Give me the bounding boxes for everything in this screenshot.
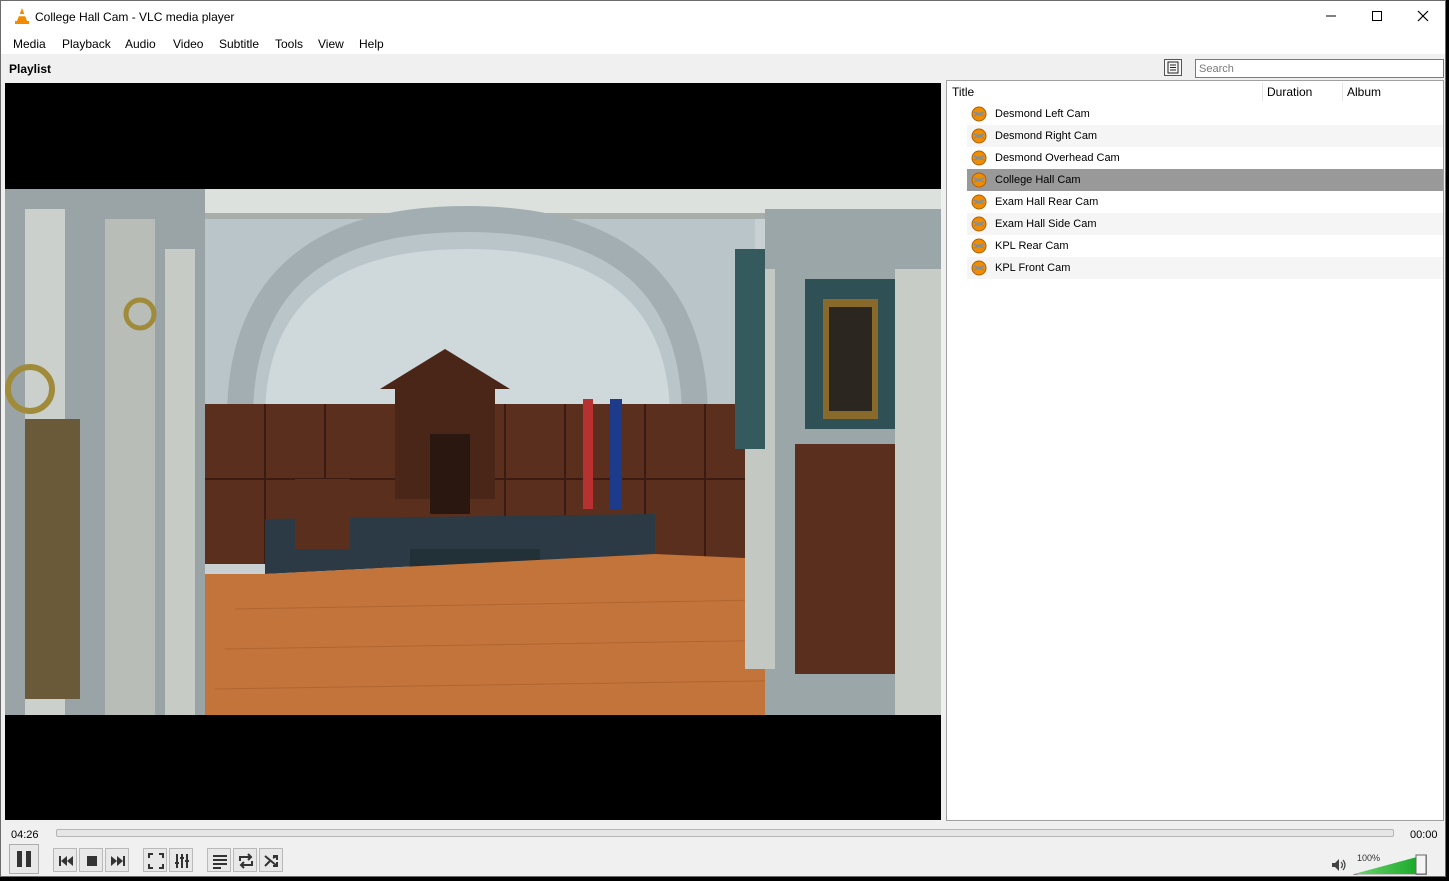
volume-percent: 100%	[1357, 853, 1381, 863]
network-stream-icon	[971, 260, 987, 276]
shuffle-icon	[264, 855, 278, 867]
pause-button[interactable]	[9, 844, 39, 874]
menu-help[interactable]: Help	[359, 37, 384, 51]
playlist-panel: Title Duration Album Desmond Left Cam Des…	[946, 80, 1444, 821]
playlist-header-bar: Playlist	[1, 54, 1445, 82]
playlist-item-title: Exam Hall Rear Cam	[995, 196, 1099, 208]
video-frame	[5, 189, 941, 715]
column-album[interactable]: Album	[1347, 81, 1381, 103]
vlc-window: College Hall Cam - VLC media player Medi…	[0, 0, 1446, 877]
elapsed-time[interactable]: 04:26	[11, 829, 39, 841]
playlist-toggle-button[interactable]	[207, 848, 231, 872]
column-title[interactable]: Title	[952, 81, 974, 103]
loop-icon	[239, 853, 253, 869]
fullscreen-button[interactable]	[143, 848, 167, 872]
seek-slider[interactable]	[56, 829, 1394, 837]
playlist-item-title: Desmond Left Cam	[995, 108, 1090, 120]
playlist-item[interactable]: Exam Hall Rear Cam	[967, 191, 1443, 213]
video-area[interactable]	[5, 83, 941, 820]
menu-bar: Media Playback Audio Video Subtitle Tool…	[1, 33, 1445, 54]
network-stream-icon	[971, 172, 987, 188]
network-stream-icon	[971, 106, 987, 122]
extended-settings-icon	[175, 854, 189, 868]
playlist-item-title: KPL Front Cam	[995, 262, 1071, 274]
playlist-item[interactable]: KPL Rear Cam	[967, 235, 1443, 257]
menu-audio[interactable]: Audio	[125, 37, 156, 51]
column-separator[interactable]	[1342, 83, 1343, 101]
menu-media[interactable]: Media	[13, 37, 46, 51]
playlist-item-title: KPL Rear Cam	[995, 240, 1069, 252]
playlist-search-input[interactable]	[1195, 59, 1444, 78]
window-title: College Hall Cam - VLC media player	[35, 10, 235, 24]
loop-button[interactable]	[233, 848, 257, 872]
playlist-item-title: Desmond Overhead Cam	[995, 152, 1120, 164]
minimize-icon	[1326, 15, 1336, 17]
shuffle-button[interactable]	[259, 848, 283, 872]
playlist-item[interactable]: Desmond Left Cam	[967, 103, 1443, 125]
menu-tools[interactable]: Tools	[275, 37, 303, 51]
column-separator[interactable]	[1262, 83, 1263, 101]
remaining-time[interactable]: 00:00	[1410, 829, 1438, 841]
menu-view[interactable]: View	[318, 37, 344, 51]
playlist-item-title: Desmond Right Cam	[995, 130, 1098, 142]
stop-button[interactable]	[79, 848, 103, 872]
playlist-item[interactable]: Exam Hall Side Cam	[967, 213, 1443, 235]
next-button[interactable]	[105, 848, 129, 872]
maximize-button[interactable]	[1354, 1, 1400, 33]
playlist-item[interactable]: College Hall Cam	[967, 169, 1443, 191]
playlist-item[interactable]: Desmond Overhead Cam	[967, 147, 1443, 169]
close-button[interactable]	[1400, 1, 1445, 33]
menu-video[interactable]: Video	[173, 37, 203, 51]
playlist-item-title: Exam Hall Side Cam	[995, 218, 1097, 230]
menu-subtitle[interactable]: Subtitle	[219, 37, 259, 51]
title-bar: College Hall Cam - VLC media player	[1, 1, 1445, 33]
network-stream-icon	[971, 194, 987, 210]
fullscreen-icon	[148, 853, 164, 869]
minimize-button[interactable]	[1308, 1, 1354, 33]
network-stream-icon	[971, 150, 987, 166]
vlc-cone-icon	[15, 8, 29, 24]
playlist-item[interactable]: KPL Front Cam	[967, 257, 1443, 279]
playlist-item[interactable]: Desmond Right Cam	[967, 125, 1443, 147]
network-stream-icon	[971, 216, 987, 232]
controls-bar: 04:26 00:00 100%	[1, 822, 1445, 876]
pause-icon	[17, 851, 31, 867]
maximize-icon	[1372, 11, 1382, 21]
playlist-view-button[interactable]	[1164, 59, 1182, 76]
speaker-icon[interactable]	[1331, 858, 1347, 872]
menu-playback[interactable]: Playback	[62, 37, 111, 51]
playlist-item-title: College Hall Cam	[995, 174, 1081, 186]
network-stream-icon	[971, 238, 987, 254]
column-duration[interactable]: Duration	[1267, 81, 1312, 103]
playlist-label: Playlist	[9, 62, 52, 76]
next-icon	[111, 856, 125, 866]
list-view-icon	[1167, 61, 1179, 74]
previous-button[interactable]	[53, 848, 77, 872]
extended-settings-button[interactable]	[169, 848, 193, 872]
network-stream-icon	[971, 128, 987, 144]
close-icon	[1417, 10, 1429, 22]
previous-icon	[59, 856, 73, 866]
playlist-icon	[213, 855, 227, 869]
stop-icon	[87, 856, 97, 866]
